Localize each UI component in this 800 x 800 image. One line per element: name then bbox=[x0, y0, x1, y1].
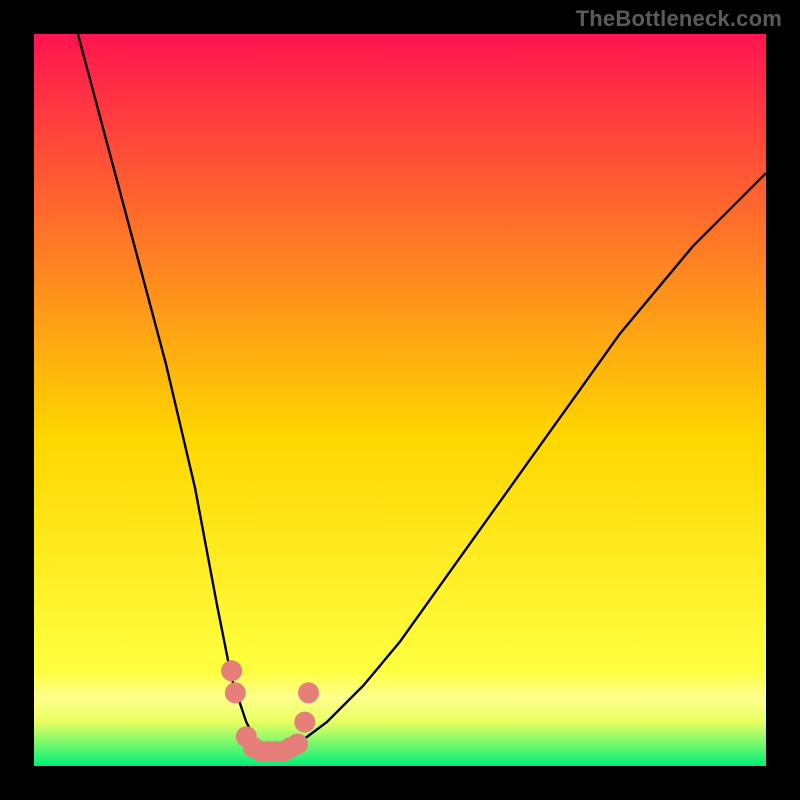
data-point bbox=[298, 682, 319, 703]
data-point bbox=[294, 712, 315, 733]
data-point bbox=[221, 660, 242, 681]
chart-container: { "attribution": "TheBottleneck.com", "c… bbox=[0, 0, 800, 800]
plot-area bbox=[34, 34, 766, 766]
data-point bbox=[225, 682, 246, 703]
data-point bbox=[287, 734, 308, 755]
attribution-text: TheBottleneck.com bbox=[576, 6, 782, 32]
chart-svg bbox=[0, 0, 800, 800]
